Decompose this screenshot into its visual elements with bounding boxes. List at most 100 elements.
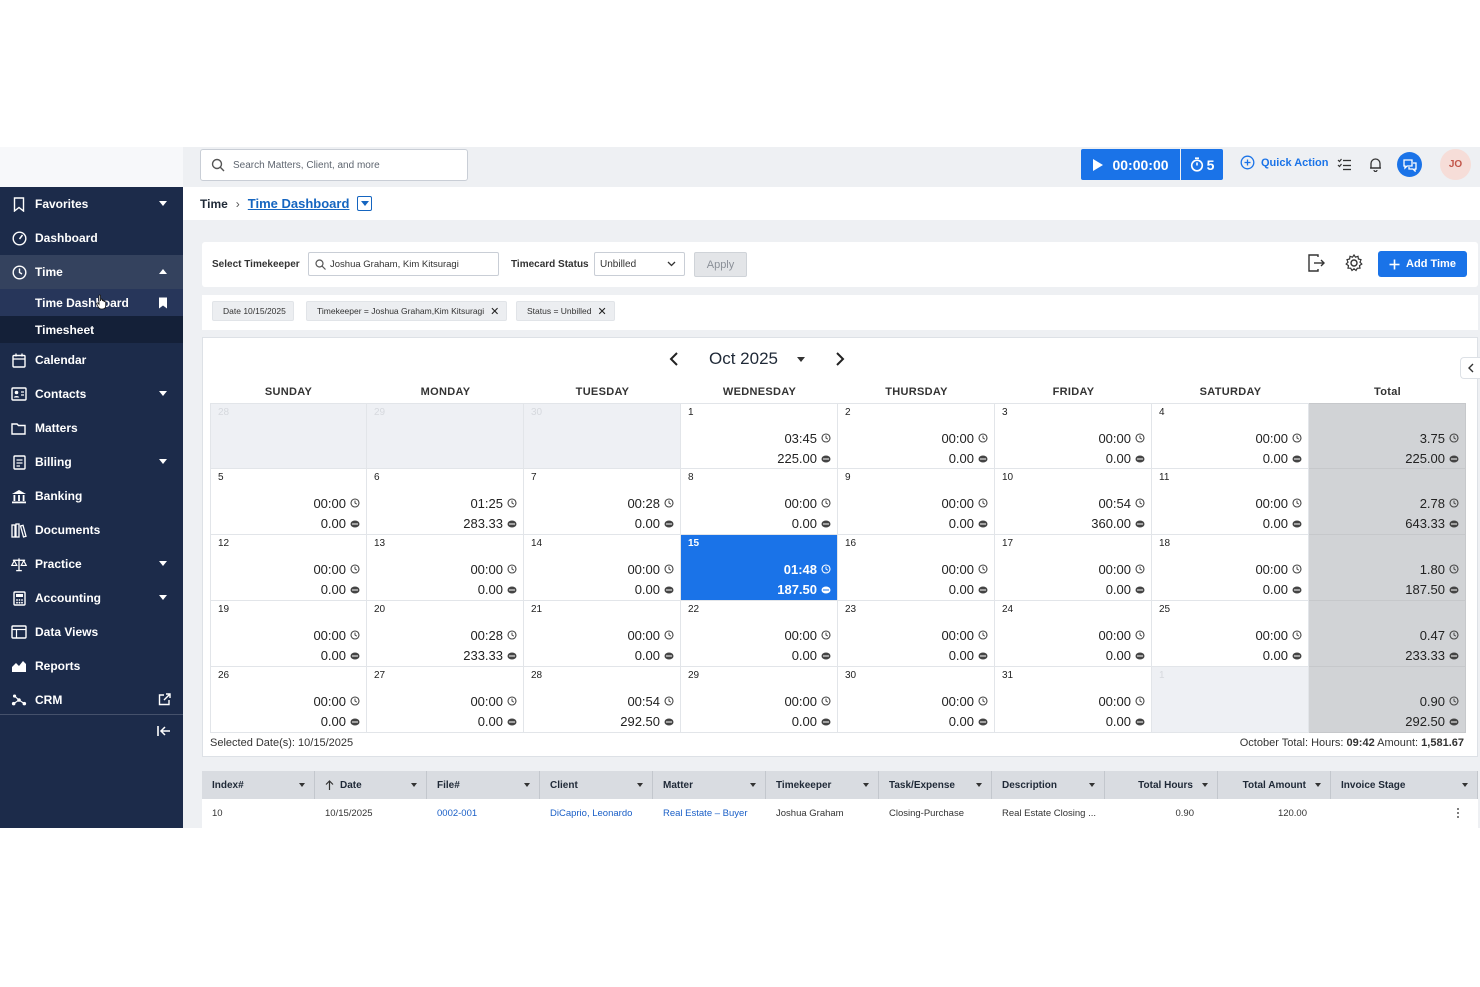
calendar-day[interactable]: 27 00:00 0.00 <box>367 667 524 733</box>
external-link-icon[interactable] <box>158 693 171 706</box>
calendar-day[interactable]: 12 00:00 0.00 <box>210 535 367 601</box>
calendar-day[interactable]: 11 00:00 0.00 <box>1152 469 1309 535</box>
apply-button[interactable]: Apply <box>694 252 747 277</box>
notifications-button[interactable] <box>1364 153 1386 175</box>
calendar-day[interactable]: 20 00:28 233.33 <box>367 601 524 667</box>
sidebar-item-time[interactable]: Time <box>0 255 183 289</box>
calendar-day[interactable]: 1 <box>1152 667 1309 733</box>
gear-icon[interactable] <box>1344 253 1364 273</box>
calendar-day[interactable]: 8 00:00 0.00 <box>681 469 838 535</box>
caret-down-icon[interactable] <box>863 783 869 787</box>
calendar-day[interactable]: 31 00:00 0.00 <box>995 667 1152 733</box>
calendar-day[interactable]: 28 <box>210 403 367 469</box>
close-icon[interactable]: ✕ <box>598 305 607 318</box>
sidebar-item-documents[interactable]: Documents <box>0 513 183 547</box>
column-header[interactable]: Date <box>315 771 427 799</box>
sidebar-item-practice[interactable]: Practice <box>0 547 183 581</box>
sidebar-item-contacts[interactable]: Contacts <box>0 377 183 411</box>
row-menu-icon[interactable] <box>1456 807 1460 822</box>
calendar-day[interactable]: 19 00:00 0.00 <box>210 601 367 667</box>
calendar-day[interactable]: 30 00:00 0.00 <box>838 667 995 733</box>
column-header[interactable]: Description <box>992 771 1105 799</box>
sidebar-item-data-views[interactable]: Data Views <box>0 615 183 649</box>
calendar-day[interactable]: 29 00:00 0.00 <box>681 667 838 733</box>
chat-button[interactable] <box>1397 152 1422 177</box>
calendar-day[interactable]: 28 00:54 292.50 <box>524 667 681 733</box>
table-cell-link[interactable]: DiCaprio, Leonardo <box>540 799 653 828</box>
calendar-day[interactable]: 18 00:00 0.00 <box>1152 535 1309 601</box>
calendar-day[interactable]: 7 00:28 0.00 <box>524 469 681 535</box>
bookmark-filled-icon[interactable] <box>158 297 168 309</box>
column-header[interactable]: Invoice Stage <box>1331 771 1478 799</box>
caret-down-icon[interactable] <box>797 357 805 362</box>
calendar-day[interactable]: 10 00:54 360.00 <box>995 469 1152 535</box>
month-label[interactable]: Oct 2025 <box>709 349 778 369</box>
table-cell-link[interactable]: Real Estate – Buyer <box>653 799 766 828</box>
sidebar-item-accounting[interactable]: Accounting <box>0 581 183 615</box>
calendar-day[interactable]: 23 00:00 0.00 <box>838 601 995 667</box>
column-header[interactable]: Total Hours <box>1105 771 1218 799</box>
caret-down-icon[interactable] <box>1315 783 1321 787</box>
collapse-sidebar-icon[interactable] <box>157 725 171 737</box>
timecard-status-select[interactable]: Unbilled <box>594 252 685 276</box>
calendar-day[interactable]: 6 01:25 283.33 <box>367 469 524 535</box>
calendar-day[interactable]: 30 <box>524 403 681 469</box>
calendar-day[interactable]: 24 00:00 0.00 <box>995 601 1152 667</box>
quick-action-button[interactable]: Quick Action <box>1240 155 1328 170</box>
column-header[interactable]: Timekeeper <box>766 771 879 799</box>
calendar-day[interactable]: 16 00:00 0.00 <box>838 535 995 601</box>
sort-ascending-icon[interactable] <box>325 779 334 791</box>
sidebar-subitem-timesheet[interactable]: Timesheet <box>0 316 183 343</box>
calendar-day[interactable]: 22 00:00 0.00 <box>681 601 838 667</box>
sidebar-subitem-time-dashboard[interactable]: Time Dashboard <box>0 289 183 316</box>
calendar-day[interactable]: 2 00:00 0.00 <box>838 403 995 469</box>
column-header[interactable]: Total Amount <box>1218 771 1331 799</box>
caret-down-icon[interactable] <box>976 783 982 787</box>
sidebar-item-favorites[interactable]: Favorites <box>0 187 183 221</box>
caret-down-icon[interactable] <box>637 783 643 787</box>
caret-down-icon[interactable] <box>1202 783 1208 787</box>
table-row[interactable]: 10 10/15/2025 0002-001 DiCaprio, Leonardo Re… <box>202 799 1478 828</box>
export-icon[interactable] <box>1306 253 1326 273</box>
calendar-day[interactable]: 4 00:00 0.00 <box>1152 403 1309 469</box>
breadcrumb-root[interactable]: Time <box>200 197 228 211</box>
task-list-button[interactable] <box>1333 153 1355 175</box>
calendar-day[interactable]: 1 03:45 225.00 <box>681 403 838 469</box>
caret-down-icon[interactable] <box>299 783 305 787</box>
calendar-day[interactable]: 3 00:00 0.00 <box>995 403 1152 469</box>
calendar-day[interactable]: 17 00:00 0.00 <box>995 535 1152 601</box>
caret-down-icon[interactable] <box>411 783 417 787</box>
column-header[interactable]: Index# <box>202 771 315 799</box>
sidebar-item-dashboard[interactable]: Dashboard <box>0 221 183 255</box>
calendar-day[interactable]: 14 00:00 0.00 <box>524 535 681 601</box>
view-dropdown-button[interactable] <box>357 196 373 211</box>
calendar-day[interactable]: 25 00:00 0.00 <box>1152 601 1309 667</box>
close-icon[interactable]: ✕ <box>490 305 499 318</box>
calendar-day[interactable]: 29 <box>367 403 524 469</box>
calendar-day[interactable]: 13 00:00 0.00 <box>367 535 524 601</box>
table-cell-link[interactable]: 0002-001 <box>427 799 540 828</box>
calendar-day[interactable]: 26 00:00 0.00 <box>210 667 367 733</box>
caret-down-icon[interactable] <box>1089 783 1095 787</box>
global-search-input[interactable]: Search Matters, Client, and more <box>200 149 468 181</box>
breadcrumb-current[interactable]: Time Dashboard <box>248 196 350 211</box>
timekeeper-select[interactable]: Joshua Graham, Kim Kitsuragi <box>308 252 499 276</box>
caret-down-icon[interactable] <box>750 783 756 787</box>
sidebar-item-banking[interactable]: Banking <box>0 479 183 513</box>
add-time-button[interactable]: Add Time <box>1378 251 1467 277</box>
sidebar-item-calendar[interactable]: Calendar <box>0 343 183 377</box>
chevron-left-icon[interactable] <box>669 351 679 367</box>
user-avatar[interactable]: JO <box>1440 149 1471 180</box>
timer-start-button[interactable]: 00:00:00 <box>1081 149 1180 180</box>
column-header[interactable]: File# <box>427 771 540 799</box>
sidebar-item-billing[interactable]: Billing <box>0 445 183 479</box>
column-header[interactable]: Client <box>540 771 653 799</box>
side-panel-toggle[interactable] <box>1460 357 1480 379</box>
calendar-day[interactable]: 5 00:00 0.00 <box>210 469 367 535</box>
column-header[interactable]: Matter <box>653 771 766 799</box>
column-header[interactable]: Task/Expense <box>879 771 992 799</box>
sidebar-item-reports[interactable]: Reports <box>0 649 183 683</box>
timer-count-button[interactable]: 5 <box>1181 149 1223 180</box>
caret-down-icon[interactable] <box>1462 783 1468 787</box>
calendar-day[interactable]: 9 00:00 0.00 <box>838 469 995 535</box>
